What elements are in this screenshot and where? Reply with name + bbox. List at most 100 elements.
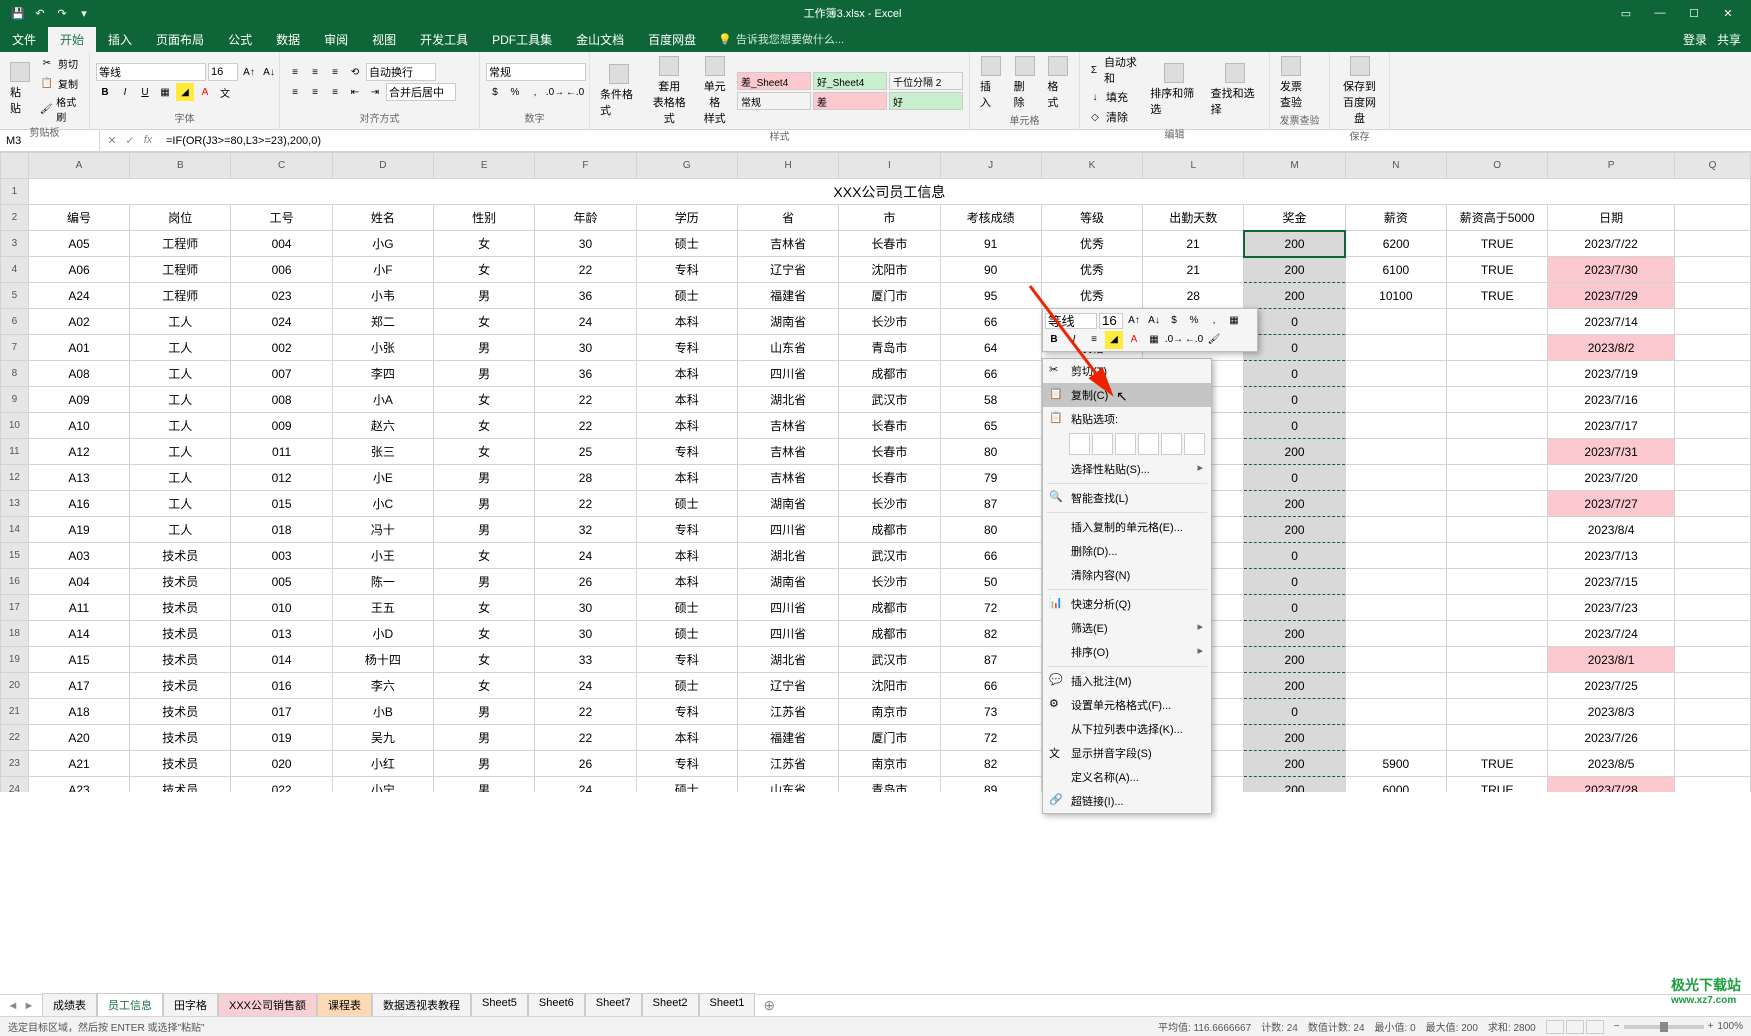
col-header-H[interactable]: H bbox=[737, 153, 838, 179]
cell[interactable]: A17 bbox=[28, 673, 129, 699]
cell[interactable]: 5900 bbox=[1345, 751, 1446, 777]
cell[interactable]: 0 bbox=[1244, 387, 1345, 413]
ctx-format-cells[interactable]: ⚙设置单元格格式(F)... bbox=[1043, 693, 1211, 717]
cell[interactable]: 2023/7/25 bbox=[1548, 673, 1675, 699]
cell[interactable] bbox=[1674, 777, 1750, 793]
cell[interactable]: 四川省 bbox=[737, 595, 838, 621]
cell[interactable]: 82 bbox=[940, 751, 1041, 777]
fx-icon[interactable]: fx bbox=[140, 134, 156, 147]
tab-layout[interactable]: 页面布局 bbox=[144, 27, 216, 52]
cell[interactable]: 013 bbox=[231, 621, 332, 647]
tab-baidu[interactable]: 百度网盘 bbox=[636, 27, 708, 52]
cell[interactable]: 专科 bbox=[636, 647, 737, 673]
cell[interactable]: 硕士 bbox=[636, 621, 737, 647]
cell[interactable] bbox=[1447, 673, 1548, 699]
cell[interactable]: 65 bbox=[940, 413, 1041, 439]
decrease-font-icon[interactable]: A↓ bbox=[260, 63, 278, 81]
cell[interactable]: 工程师 bbox=[130, 283, 231, 309]
cell[interactable]: 成都市 bbox=[839, 361, 940, 387]
cell[interactable]: A23 bbox=[28, 777, 129, 793]
cell[interactable]: 2023/7/23 bbox=[1548, 595, 1675, 621]
cell[interactable]: 2023/8/5 bbox=[1548, 751, 1675, 777]
table-header[interactable]: 学历 bbox=[636, 205, 737, 231]
cell[interactable] bbox=[1674, 439, 1750, 465]
cell[interactable]: 小B bbox=[332, 699, 433, 725]
cell[interactable]: 男 bbox=[434, 699, 535, 725]
row-header-16[interactable]: 16 bbox=[1, 569, 29, 595]
cell[interactable]: 006 bbox=[231, 257, 332, 283]
cell[interactable] bbox=[1674, 257, 1750, 283]
cell[interactable] bbox=[1674, 595, 1750, 621]
cell[interactable]: 张三 bbox=[332, 439, 433, 465]
cell[interactable] bbox=[1447, 621, 1548, 647]
cell[interactable] bbox=[1447, 647, 1548, 673]
cell[interactable]: 本科 bbox=[636, 543, 737, 569]
row-header-12[interactable]: 12 bbox=[1, 465, 29, 491]
cell[interactable]: 28 bbox=[1143, 283, 1244, 309]
cell[interactable]: 200 bbox=[1244, 673, 1345, 699]
view-break-icon[interactable] bbox=[1586, 1020, 1604, 1034]
cell[interactable]: 24 bbox=[535, 777, 636, 793]
paste-opt-2[interactable] bbox=[1092, 433, 1113, 455]
cell[interactable]: 2023/7/15 bbox=[1548, 569, 1675, 595]
cell[interactable]: 小红 bbox=[332, 751, 433, 777]
enter-formula-icon[interactable]: ✓ bbox=[122, 134, 138, 147]
cell[interactable]: 本科 bbox=[636, 413, 737, 439]
cell[interactable]: 小D bbox=[332, 621, 433, 647]
sheet-tab[interactable]: 数据透视表教程 bbox=[372, 993, 471, 1018]
cell[interactable]: 南京市 bbox=[839, 699, 940, 725]
cell[interactable]: 技术员 bbox=[130, 621, 231, 647]
table-header[interactable]: 姓名 bbox=[332, 205, 433, 231]
cell[interactable]: 技术员 bbox=[130, 751, 231, 777]
cell[interactable]: TRUE bbox=[1447, 283, 1548, 309]
cell[interactable]: A09 bbox=[28, 387, 129, 413]
cell[interactable]: 本科 bbox=[636, 361, 737, 387]
corner-cell[interactable] bbox=[1, 153, 29, 179]
cell[interactable]: 36 bbox=[535, 283, 636, 309]
cell[interactable] bbox=[1345, 465, 1446, 491]
cell[interactable] bbox=[1674, 465, 1750, 491]
cell[interactable]: 李六 bbox=[332, 673, 433, 699]
cell[interactable]: 技术员 bbox=[130, 673, 231, 699]
cell[interactable]: 80 bbox=[940, 439, 1041, 465]
phonetic-button[interactable]: 文 bbox=[216, 83, 234, 101]
cell[interactable]: 009 bbox=[231, 413, 332, 439]
cell[interactable]: 长春市 bbox=[839, 231, 940, 257]
cell[interactable]: 成都市 bbox=[839, 517, 940, 543]
cut-button[interactable]: ✂ bbox=[38, 54, 56, 72]
cell[interactable]: 22 bbox=[535, 387, 636, 413]
cell[interactable]: 30 bbox=[535, 621, 636, 647]
cell[interactable]: 湖北省 bbox=[737, 647, 838, 673]
cell[interactable] bbox=[1674, 283, 1750, 309]
cell[interactable]: 020 bbox=[231, 751, 332, 777]
tab-dev[interactable]: 开发工具 bbox=[408, 27, 480, 52]
cell[interactable]: 50 bbox=[940, 569, 1041, 595]
cell[interactable] bbox=[1674, 205, 1750, 231]
cell[interactable] bbox=[1447, 543, 1548, 569]
row-header-11[interactable]: 11 bbox=[1, 439, 29, 465]
mini-fill-color-icon[interactable]: ◢ bbox=[1105, 331, 1123, 349]
ctx-insert-comment[interactable]: 💬插入批注(M) bbox=[1043, 669, 1211, 693]
cell[interactable]: A15 bbox=[28, 647, 129, 673]
cell[interactable]: 郑二 bbox=[332, 309, 433, 335]
col-header-C[interactable]: C bbox=[231, 153, 332, 179]
tab-pdf[interactable]: PDF工具集 bbox=[480, 27, 564, 52]
cell[interactable]: 辽宁省 bbox=[737, 673, 838, 699]
cell[interactable] bbox=[1447, 439, 1548, 465]
mini-format-painter-icon[interactable]: 🖌 bbox=[1205, 331, 1223, 349]
cell[interactable]: 小F bbox=[332, 257, 433, 283]
table-header[interactable]: 市 bbox=[839, 205, 940, 231]
cell[interactable]: 小王 bbox=[332, 543, 433, 569]
cell[interactable]: 200 bbox=[1244, 491, 1345, 517]
cell[interactable]: 22 bbox=[535, 257, 636, 283]
fill-color-button[interactable]: ◢ bbox=[176, 83, 194, 101]
cell[interactable]: 64 bbox=[940, 335, 1041, 361]
col-header-K[interactable]: K bbox=[1041, 153, 1142, 179]
cell[interactable] bbox=[1447, 361, 1548, 387]
sheet-tab[interactable]: 田字格 bbox=[163, 993, 218, 1018]
row-header-14[interactable]: 14 bbox=[1, 517, 29, 543]
cell[interactable] bbox=[1674, 309, 1750, 335]
cell[interactable]: 男 bbox=[434, 465, 535, 491]
row-header-18[interactable]: 18 bbox=[1, 621, 29, 647]
ctx-copy[interactable]: 📋复制(C) bbox=[1043, 383, 1211, 407]
